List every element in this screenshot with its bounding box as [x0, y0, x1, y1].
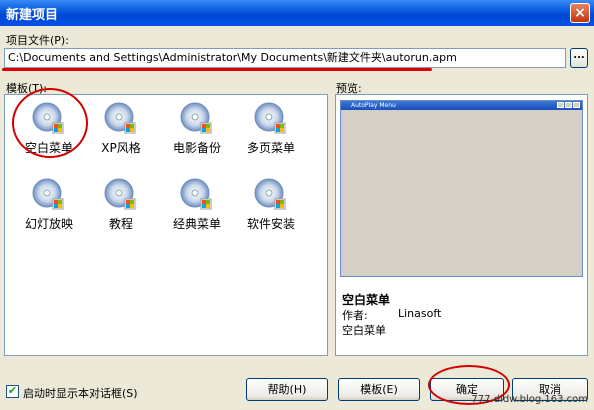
preview-mini-window: AutoPlay Menu	[340, 100, 583, 277]
template-name: 多页菜单	[246, 141, 295, 155]
template-item-movie-backup[interactable]: 电影备份	[157, 101, 237, 156]
template-item-software-install[interactable]: 软件安装	[231, 177, 311, 232]
cd-disc-icon	[180, 178, 212, 210]
cd-disc-icon	[254, 102, 286, 134]
preview-mini-title: AutoPlay Menu	[351, 102, 396, 109]
preview-author: Linasoft	[398, 307, 442, 320]
cd-disc-icon	[104, 178, 136, 210]
template-name: 电影备份	[172, 141, 221, 155]
template-name: 教程	[108, 217, 133, 231]
watermark-text: 777.dldw.blog.163.com	[471, 394, 588, 405]
show-on-start-label: 启动时显示本对话框(S)	[23, 387, 138, 400]
template-item-slideshow[interactable]: 幻灯放映	[9, 177, 89, 232]
new-project-dialog: 新建项目 × 项目文件(P): C:\Documents and Setting…	[0, 0, 594, 410]
template-name: 经典菜单	[172, 217, 221, 231]
template-item-tutorial[interactable]: 教程	[81, 177, 161, 232]
preview-panel: AutoPlay Menu 空白菜单 作者: Linasoft 空白菜单	[335, 94, 588, 356]
project-file-label: 项目文件(P):	[6, 34, 69, 47]
template-item-xp[interactable]: XP风格	[81, 101, 161, 156]
cd-disc-icon	[180, 102, 212, 134]
preview-mini-window-buttons	[557, 102, 580, 108]
preview-description: 空白菜单	[342, 324, 386, 337]
preview-mini-title-bar: AutoPlay Menu	[341, 101, 582, 110]
template-name: 软件安装	[246, 217, 295, 231]
preview-template-name: 空白菜单	[342, 293, 391, 307]
window-title: 新建项目	[6, 8, 59, 23]
annotation-underline	[2, 68, 432, 71]
template-name: XP风格	[101, 141, 141, 155]
annotation-circle-selected-template	[12, 88, 88, 158]
template-item-multipage[interactable]: 多页菜单	[231, 101, 311, 156]
template-item-classic[interactable]: 经典菜单	[157, 177, 237, 232]
browse-button[interactable]: ...	[570, 48, 588, 68]
template-name: 幻灯放映	[24, 217, 73, 231]
title-bar[interactable]: 新建项目 ×	[0, 0, 594, 26]
help-button[interactable]: 帮助(H)	[246, 378, 328, 401]
cd-disc-icon	[104, 102, 136, 134]
project-file-input[interactable]: C:\Documents and Settings\Administrator\…	[4, 48, 566, 68]
close-button[interactable]: ×	[570, 3, 590, 23]
cd-disc-icon	[254, 178, 286, 210]
template-button[interactable]: 模板(E)	[338, 378, 420, 401]
cd-disc-icon	[32, 178, 64, 210]
preview-author-label: 作者:	[342, 309, 368, 322]
show-on-start-checkbox[interactable]: ✔	[6, 385, 19, 398]
